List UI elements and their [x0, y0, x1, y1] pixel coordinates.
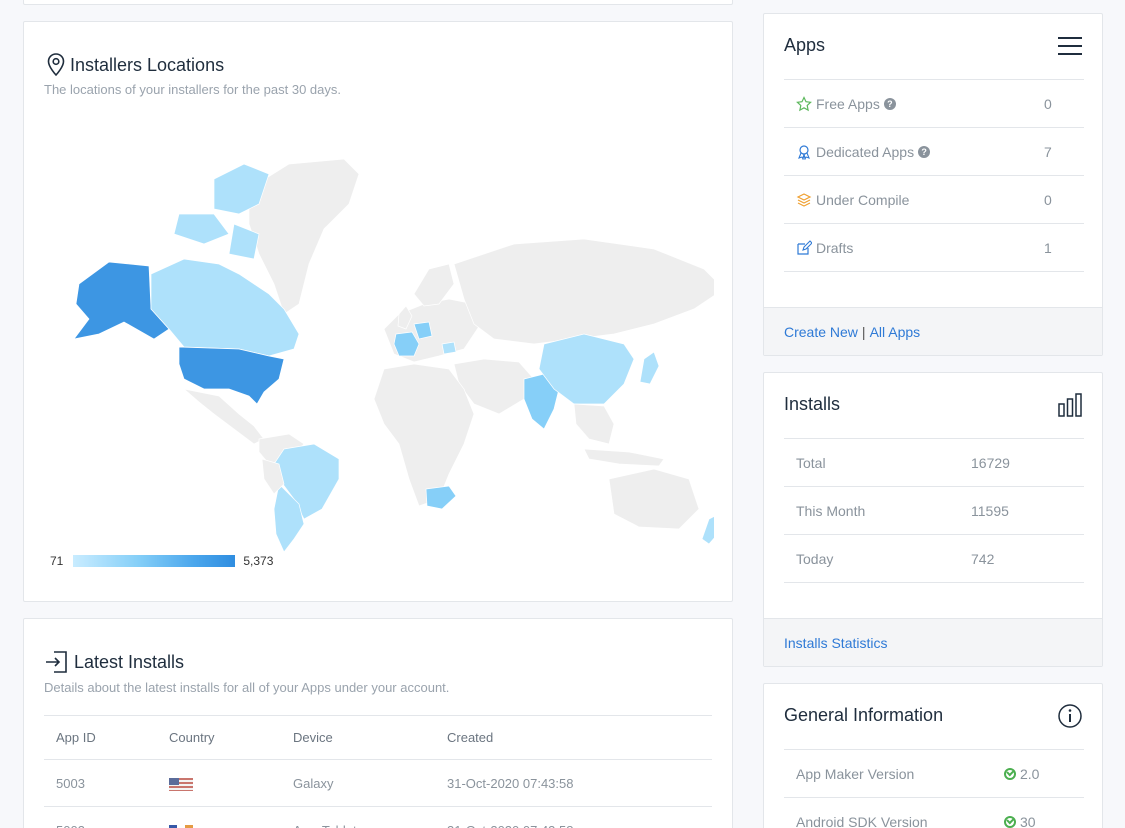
installs-item-value: 11595 [971, 502, 1009, 519]
installs-title: Installs [784, 394, 841, 414]
latest-installs-table: App ID Country Device Created 5003 Galax… [44, 715, 712, 828]
latest-subtitle: Details about the latest installs for al… [44, 680, 450, 695]
locations-title: Installers Locations [46, 53, 224, 77]
installs-item-total: Total 16729 [784, 439, 1084, 487]
latest-title: Latest Installs [44, 649, 184, 675]
general-item-android-sdk-version: Android SDK Version 30 [784, 798, 1084, 828]
apps-card: Apps Free Apps ? 0 Dedicated Apps ? 7 Un… [763, 13, 1103, 356]
apps-list: Free Apps ? 0 Dedicated Apps ? 7 Under C… [784, 79, 1084, 272]
legend-min: 71 [50, 554, 64, 568]
apps-item-dedicated[interactable]: Dedicated Apps ? 7 [784, 128, 1084, 176]
apps-item-label: Dedicated Apps [816, 143, 915, 160]
apps-item-value: 1 [1044, 239, 1052, 256]
footer-separator: | [861, 323, 866, 340]
award-icon [796, 144, 812, 160]
cell-app-id: 5003 [44, 806, 157, 828]
map-region-australia[interactable] [608, 468, 700, 530]
installs-item-value: 742 [971, 550, 995, 567]
cell-device: AsusTablet [281, 806, 435, 828]
cell-country [157, 759, 281, 807]
general-title: General Information [784, 705, 944, 725]
edit-icon [796, 239, 812, 256]
map-region-south-africa[interactable] [425, 485, 457, 510]
apps-title: Apps [784, 35, 826, 55]
general-item-value-wrap: 30 [1004, 814, 1036, 828]
cell-created: 31-Oct-2020 07:43:58 [435, 759, 712, 807]
map-region-russia[interactable] [453, 238, 725, 345]
general-list: App Maker Version 2.0 Android SDK Versio… [784, 749, 1084, 828]
installs-card: Installs Total 16729 This Month 11595 To… [763, 372, 1103, 667]
map-region-indonesia[interactable] [583, 448, 665, 467]
installs-item-label: This Month [796, 502, 866, 519]
bar-chart-icon[interactable] [1058, 393, 1082, 417]
col-device[interactable]: Device [281, 715, 435, 760]
general-information-card: General Information App Maker Version 2.… [763, 683, 1103, 828]
check-circle-icon [1004, 815, 1016, 828]
in-flag-icon [169, 824, 193, 828]
map-legend: 71 5,373 [50, 554, 273, 568]
layers-icon [796, 192, 812, 208]
locations-subtitle: The locations of your installers for the… [44, 82, 341, 97]
table-header-row: App ID Country Device Created [44, 715, 712, 760]
col-app-id[interactable]: App ID [44, 715, 157, 760]
installs-list: Total 16729 This Month 11595 Today 742 [784, 438, 1084, 583]
installs-item-value: 16729 [971, 454, 1010, 471]
create-new-link[interactable]: Create New [784, 324, 858, 340]
cell-created: 31-Oct-2020 07:43:58 [435, 806, 712, 828]
world-map[interactable] [54, 134, 725, 554]
col-created[interactable]: Created [435, 715, 712, 760]
apps-item-label: Free Apps [816, 95, 880, 112]
installs-item-label: Total [796, 454, 826, 471]
us-flag-icon [169, 777, 193, 791]
all-apps-link[interactable]: All Apps [870, 324, 921, 340]
locations-title-text: Installers Locations [70, 54, 225, 75]
col-country[interactable]: Country [157, 715, 281, 760]
table-row[interactable]: 5003 Galaxy 31-Oct-2020 07:43:58 [44, 759, 712, 807]
map-pin-icon [46, 53, 66, 77]
apps-item-free[interactable]: Free Apps ? 0 [784, 80, 1084, 128]
apps-item-value: 0 [1044, 95, 1052, 112]
help-icon[interactable]: ? [883, 97, 896, 110]
map-region-japan[interactable] [639, 351, 660, 385]
star-icon [796, 95, 812, 112]
map-region-romania[interactable] [441, 341, 457, 355]
previous-card [23, 0, 733, 5]
general-item-value-wrap: 2.0 [1004, 766, 1039, 782]
apps-footer: Create New | All Apps [764, 307, 1102, 355]
installs-item-today: Today 742 [784, 535, 1084, 583]
legend-max: 5,373 [243, 554, 274, 568]
general-item-label: Android SDK Version [796, 813, 928, 828]
cell-device: Galaxy [281, 759, 435, 807]
map-region-africa[interactable] [373, 363, 475, 507]
table-row[interactable]: 5003 AsusTablet 31-Oct-2020 07:43:58 [44, 806, 712, 828]
installers-locations-card: Installers Locations The locations of yo… [23, 21, 733, 602]
apps-item-label: Drafts [816, 239, 854, 256]
cell-app-id: 5003 [44, 759, 157, 807]
latest-installs-card: Latest Installs Details about the latest… [23, 618, 733, 828]
sign-in-icon [44, 649, 70, 675]
installs-item-label: Today [796, 550, 834, 567]
apps-item-value: 7 [1044, 143, 1052, 160]
general-item-value: 30 [1020, 813, 1036, 828]
legend-gradient [73, 555, 236, 567]
general-item-value: 2.0 [1020, 765, 1040, 782]
map-region-new-zealand[interactable] [701, 513, 723, 545]
installs-item-this-month: This Month 11595 [784, 487, 1084, 535]
latest-title-text: Latest Installs [74, 651, 185, 672]
general-item-label: App Maker Version [796, 765, 915, 782]
map-region-southeast-asia[interactable] [573, 403, 615, 445]
general-item-app-maker-version: App Maker Version 2.0 [784, 750, 1084, 798]
check-circle-icon [1004, 767, 1016, 780]
installs-statistics-link[interactable]: Installs Statistics [784, 635, 887, 651]
apps-item-value: 0 [1044, 191, 1052, 208]
help-icon[interactable]: ? [918, 145, 931, 158]
hamburger-icon[interactable] [1058, 36, 1082, 56]
apps-item-drafts[interactable]: Drafts 1 [784, 224, 1084, 272]
info-icon[interactable] [1058, 704, 1082, 728]
cell-country [157, 806, 281, 828]
installs-footer: Installs Statistics [764, 618, 1102, 666]
apps-item-label: Under Compile [816, 191, 910, 208]
apps-item-under-compile[interactable]: Under Compile 0 [784, 176, 1084, 224]
